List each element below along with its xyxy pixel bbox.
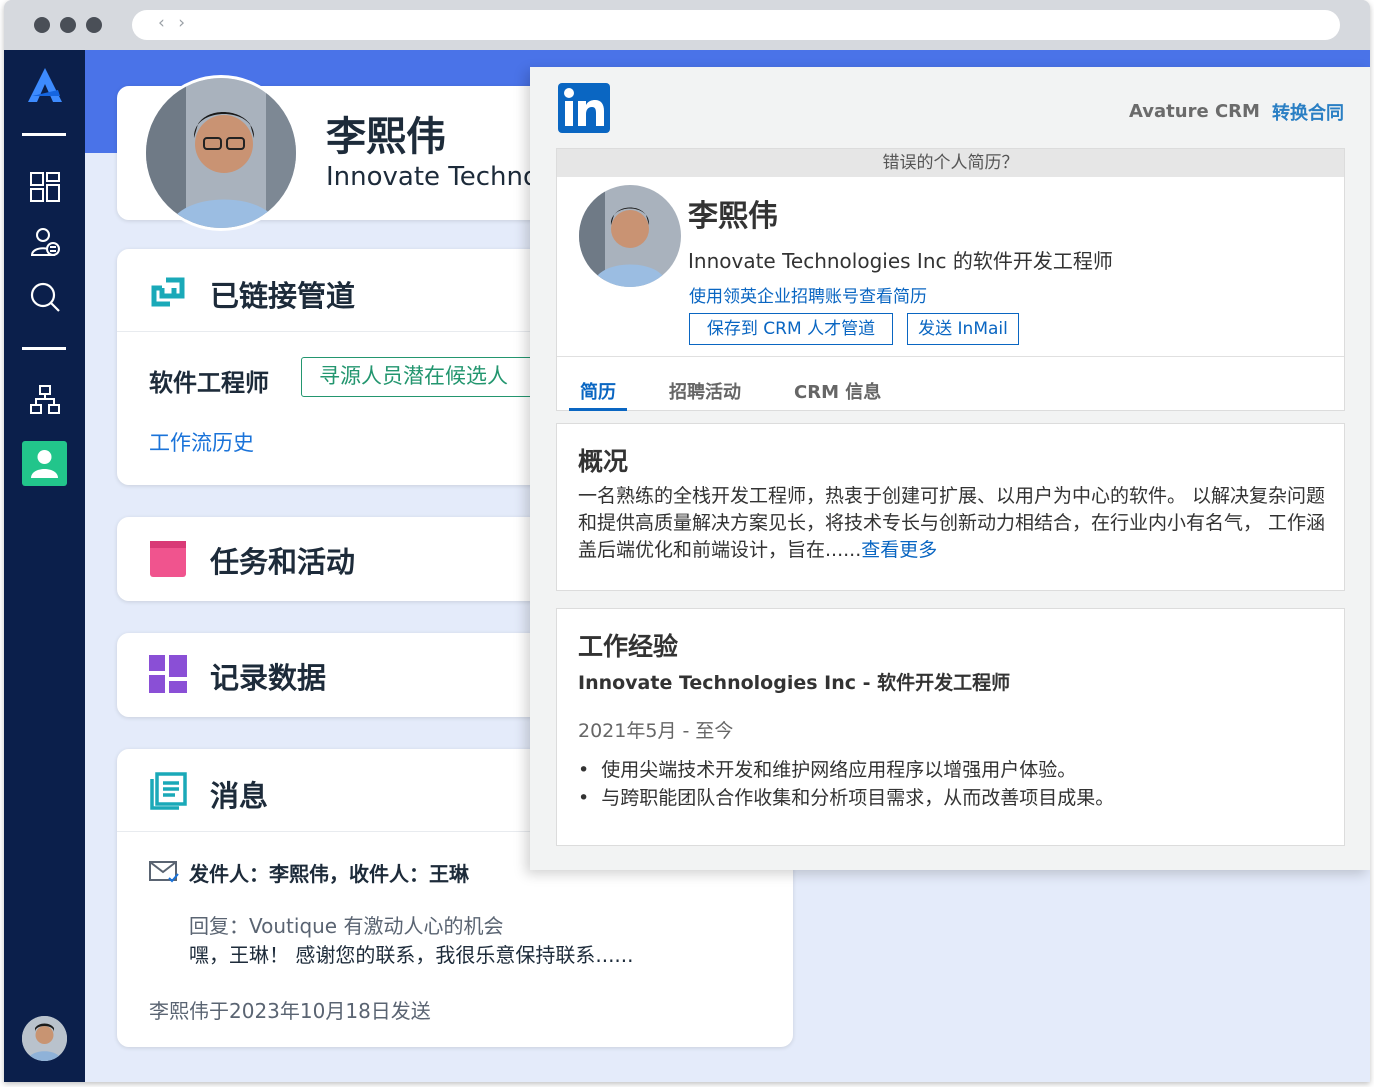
linkedin-profile-box: 错误的个人简历？ 李熙伟 Innovate Technologies Inc 的…	[556, 148, 1345, 411]
user-avatar[interactable]	[22, 1016, 67, 1061]
pipelines-title: 已链接管道	[210, 279, 356, 313]
records-title: 记录数据	[210, 661, 327, 695]
browser-chrome: ‹ ›	[4, 0, 1370, 50]
experience-bullet: • 与跨职能团队合作收集和分析项目需求，从而改善项目成果。	[578, 787, 1115, 809]
tab-crm-info[interactable]: CRM 信息	[794, 378, 881, 404]
linkedin-panel: Avature CRM 转换合同 错误的个人简历？ 李熙伟 Innovate T…	[530, 67, 1370, 870]
link-icon	[151, 277, 185, 307]
linkedin-photo	[579, 185, 681, 287]
see-more-link[interactable]: 查看更多	[861, 539, 937, 561]
linkedin-headline: Innovate Technologies Inc 的软件开发工程师	[688, 249, 1113, 273]
document-icon	[150, 772, 187, 810]
window-close-dot[interactable]	[34, 17, 50, 33]
pipeline-job: 软件工程师	[149, 369, 269, 397]
calendar-icon	[150, 541, 186, 577]
sidebar	[4, 50, 85, 1082]
address-bar[interactable]: ‹ ›	[132, 10, 1340, 40]
avatar-image	[22, 1016, 67, 1061]
avature-logo-icon[interactable]	[26, 66, 64, 106]
save-to-crm-button[interactable]: 保存到 CRM 人才管道	[689, 313, 893, 345]
experience-section: 工作经验 Innovate Technologies Inc - 软件开发工程师…	[556, 608, 1345, 846]
tab-recruiting-activity[interactable]: 招聘活动	[669, 378, 741, 404]
experience-bullet-text: 使用尖端技术开发和维护网络应用程序以增强用户体验。	[601, 759, 1077, 781]
experience-bullet-text: 与跨职能团队合作收集和分析项目需求，从而改善项目成果。	[601, 787, 1115, 809]
send-inmail-button[interactable]: 发送 InMail	[907, 313, 1019, 345]
tab-resume[interactable]: 简历	[580, 378, 616, 404]
summary-section: 概况 一名熟练的全栈开发工程师，热衷于创建可扩展、以用户为中心的软件。 以解决复…	[556, 423, 1345, 591]
summary-body: 一名熟练的全栈开发工程师，热衷于创建可扩展、以用户为中心的软件。 以解决复杂问题…	[578, 483, 1328, 564]
convert-contract-link[interactable]: 转换合同	[1272, 99, 1344, 125]
tasks-title: 任务和活动	[210, 545, 356, 579]
linkedin-logo-icon	[558, 83, 610, 133]
browser-window: ‹ › 李熙伟 Innovate Technol 已链接管道 软件工程师 寻源人…	[4, 0, 1370, 1082]
active-tab-indicator	[569, 408, 627, 411]
sidebar-divider	[22, 133, 66, 136]
summary-title: 概况	[578, 447, 629, 476]
experience-bullet: • 使用尖端技术开发和维护网络应用程序以增强用户体验。	[578, 759, 1077, 781]
app-area: 李熙伟 Innovate Technol 已链接管道 软件工程师 寻源人员潜在候…	[4, 50, 1370, 1082]
experience-dates: 2021年5月 - 至今	[578, 720, 734, 742]
crm-label: Avature CRM	[1129, 101, 1260, 122]
divider	[557, 356, 1344, 357]
linkedin-avatar	[579, 185, 681, 287]
person-icon	[31, 450, 58, 478]
back-forward-icons[interactable]: ‹ ›	[158, 13, 189, 33]
org-chart-icon[interactable]	[28, 383, 62, 417]
linkedin-in-glyph	[564, 88, 604, 126]
grid-icon	[149, 655, 187, 693]
profile-name: 李熙伟	[326, 114, 446, 160]
profile-company: Innovate Technol	[326, 162, 547, 192]
workflow-history-link[interactable]: 工作流历史	[149, 427, 254, 457]
message-sent-date: 李熙伟于2023年10月18日发送	[149, 999, 431, 1023]
profile-photo	[146, 78, 296, 228]
envelope-icon	[149, 861, 179, 883]
linkedin-name: 李熙伟	[688, 199, 778, 234]
window-maximize-dot[interactable]	[86, 17, 102, 33]
dashboard-icon[interactable]	[28, 170, 62, 204]
message-preview[interactable]: 嘿，王琳！ 感谢您的联系，我很乐意保持联系......	[189, 939, 634, 968]
pipeline-stage-button[interactable]: 寻源人员潜在候选人	[301, 357, 561, 397]
experience-title: 工作经验	[578, 632, 679, 661]
experience-role: Innovate Technologies Inc - 软件开发工程师	[578, 672, 1011, 694]
message-subject[interactable]: 回复：Voutique 有激动人心的机会	[189, 910, 503, 939]
window-minimize-dot[interactable]	[60, 17, 76, 33]
messages-title: 消息	[210, 779, 269, 813]
wrong-profile-bar[interactable]: 错误的个人简历？	[557, 149, 1344, 177]
sidebar-divider	[22, 347, 66, 350]
recruiter-link[interactable]: 使用领英企业招聘账号查看简历	[689, 282, 927, 307]
sidebar-item-profile[interactable]	[22, 441, 67, 486]
profile-avatar	[143, 75, 299, 231]
search-icon[interactable]	[28, 280, 62, 314]
contacts-icon[interactable]	[28, 225, 62, 259]
summary-text: 一名熟练的全栈开发工程师，热衷于创建可扩展、以用户为中心的软件。 以解决复杂问题…	[578, 485, 1326, 561]
message-from-to: 发件人：李熙伟，收件人：王琳	[189, 862, 469, 886]
